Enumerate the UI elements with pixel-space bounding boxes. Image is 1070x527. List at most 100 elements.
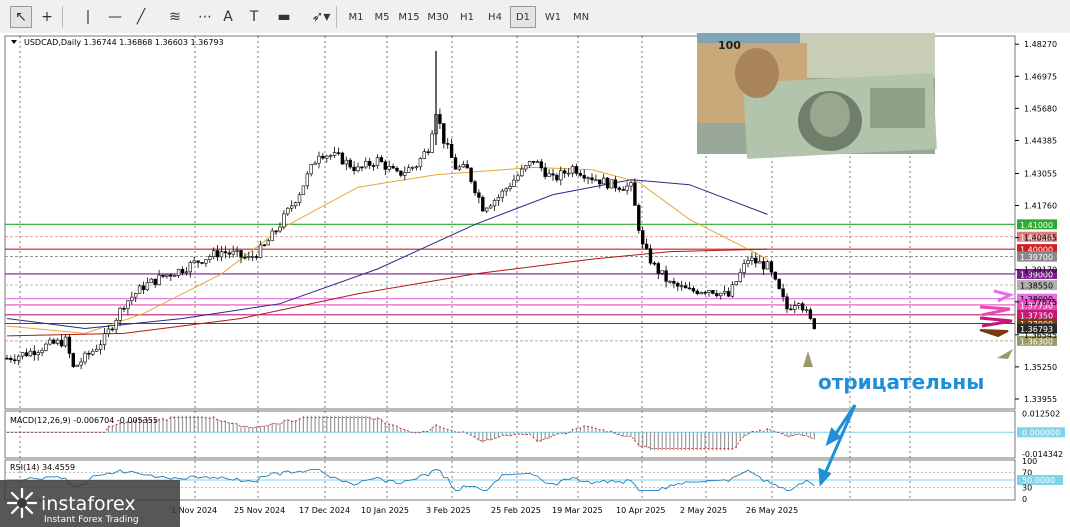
timeframe-m15[interactable]: M15 (396, 6, 422, 28)
rsi-tick-label: 30 (1022, 484, 1032, 493)
instaforex-logo: instaforex Instant Forex Trading (0, 480, 180, 527)
timeframe-m5[interactable]: M5 (370, 6, 394, 28)
price-tick-label: 1.35250 (1024, 363, 1057, 372)
candle-body (289, 205, 294, 209)
candle-body (176, 268, 181, 276)
fibonacci-tool[interactable]: ≋ (164, 6, 186, 28)
candle-body (531, 161, 536, 163)
candle-body (414, 166, 419, 169)
arrows-tool[interactable]: ➶▾ (306, 6, 336, 28)
vertical-line-tool[interactable]: | (78, 6, 98, 28)
candle-body (364, 160, 368, 168)
candle-body (340, 152, 345, 165)
candle-body (773, 271, 778, 280)
text-label-tool[interactable]: T (244, 6, 264, 28)
candle-body (551, 173, 555, 176)
candle-body (438, 114, 442, 124)
candle-body (742, 263, 746, 273)
candle-body (208, 256, 212, 260)
candle-body (718, 292, 723, 297)
timeframe-d1[interactable]: D1 (510, 6, 536, 28)
candle-body (633, 182, 637, 206)
candle-body (664, 270, 668, 282)
candle-body (98, 344, 103, 350)
candle-body (442, 123, 446, 144)
candle-body (371, 165, 376, 167)
timeframe-mn[interactable]: MN (568, 6, 594, 28)
date-label: 10 Apr 2025 (616, 506, 665, 515)
candle-body (605, 177, 610, 189)
candle-body (262, 244, 267, 247)
candle-body (247, 256, 251, 258)
candle-body (754, 257, 758, 264)
candle-body (332, 152, 337, 156)
candle-body (457, 166, 462, 170)
candle-body (383, 161, 387, 170)
candle-body (812, 318, 817, 329)
banknote-denomination: 100 (718, 39, 741, 52)
timeframe-h4[interactable]: H4 (482, 6, 508, 28)
text-tool[interactable]: A (218, 6, 238, 28)
candle-body (130, 296, 134, 302)
candle-body (730, 284, 735, 297)
candle-body (523, 165, 528, 170)
crosshair-tool[interactable]: + (36, 6, 58, 28)
candle-body (313, 162, 317, 165)
candle-body (715, 293, 719, 297)
candle-body (110, 328, 115, 331)
candle-body (406, 167, 411, 173)
candle-body (114, 320, 118, 330)
candle-body (586, 177, 590, 180)
candle-body (348, 159, 352, 168)
timeframe-w1[interactable]: W1 (540, 6, 566, 28)
cursor-tool[interactable]: ↖ (10, 6, 32, 28)
candle-body (430, 133, 434, 153)
candle-body (126, 300, 130, 309)
candle-body (746, 260, 750, 264)
candle-body (328, 155, 333, 157)
candle-body (527, 161, 532, 166)
candle-body (453, 157, 458, 170)
level-price-label: 1.39700 (1020, 253, 1053, 262)
candle-body (161, 274, 165, 277)
candle-body (212, 250, 216, 257)
candle-body (95, 348, 99, 352)
candle-body (644, 243, 649, 249)
candle-body (703, 292, 707, 294)
candle-body (496, 197, 501, 201)
candle-body (145, 282, 150, 291)
date-label: 25 Nov 2024 (234, 506, 285, 515)
candle-body (500, 190, 504, 198)
candle-body (266, 240, 270, 246)
candle-body (219, 251, 224, 258)
candle-body (63, 336, 68, 347)
date-label: 26 May 2025 (746, 506, 798, 515)
candle-body (251, 256, 255, 258)
candle-body (804, 309, 809, 312)
trendline-tool[interactable]: ╱ (130, 6, 152, 28)
timeframe-m30[interactable]: M30 (424, 6, 452, 28)
horizontal-line-tool[interactable]: — (104, 6, 126, 28)
candle-body (625, 185, 629, 191)
brand-name: instaforex (41, 493, 136, 515)
candle-body (28, 350, 33, 357)
candle-body (574, 166, 579, 174)
candle-body (594, 179, 598, 182)
rsi-tick-label: 0 (1022, 495, 1027, 504)
candle-body (356, 166, 360, 172)
timeframe-m1[interactable]: M1 (344, 6, 368, 28)
date-label: 10 Jan 2025 (361, 506, 409, 515)
level-price-label: 1.38550 (1020, 282, 1053, 291)
timeframe-h1[interactable]: H1 (454, 6, 480, 28)
rectangle-tool[interactable]: ▬ (272, 6, 296, 28)
candle-body (67, 336, 72, 354)
candle-body (761, 261, 766, 270)
candle-body (590, 177, 594, 181)
candle-body (215, 250, 220, 258)
price-tick-label: 1.33955 (1024, 395, 1057, 404)
candle-body (687, 287, 692, 290)
price-tick-label: 1.40465 (1024, 234, 1057, 243)
grid-tool[interactable]: ⋯ (194, 6, 216, 28)
candle-body (543, 167, 547, 177)
candle-body (777, 278, 781, 290)
